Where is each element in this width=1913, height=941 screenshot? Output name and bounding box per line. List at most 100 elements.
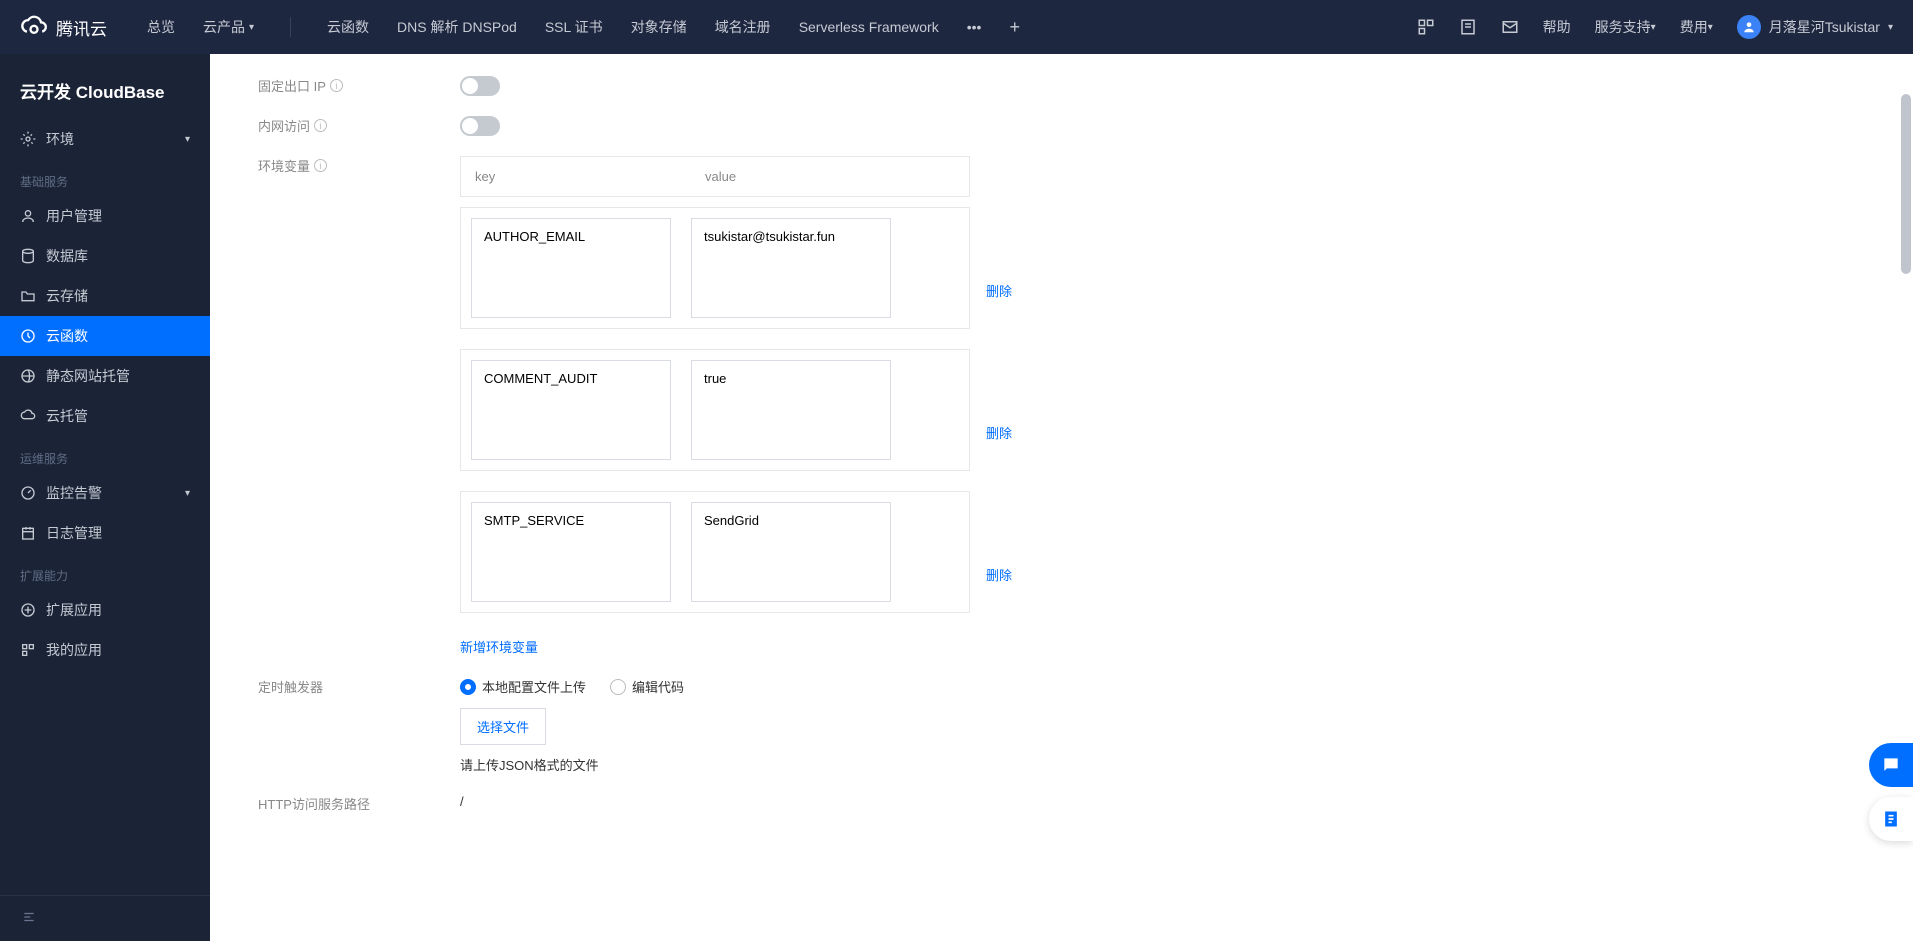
radio-label: 编辑代码 xyxy=(632,677,684,696)
scrollbar-thumb[interactable] xyxy=(1901,94,1911,274)
help-link[interactable]: 帮助 xyxy=(1543,17,1571,37)
chevron-down-icon: ▾ xyxy=(1708,22,1713,33)
sidebar-label: 数据库 xyxy=(46,246,88,266)
database-icon xyxy=(20,248,36,264)
doc-button[interactable] xyxy=(1869,797,1913,841)
nav-item-0[interactable]: 云函数 xyxy=(327,17,369,37)
radio-upload[interactable]: 本地配置文件上传 xyxy=(460,677,586,696)
sidebar-item-env[interactable]: 环境 ▾ xyxy=(0,119,210,159)
avatar xyxy=(1737,15,1761,39)
cloud-icon xyxy=(20,408,36,424)
env-key-input[interactable]: COMMENT_AUDIT xyxy=(471,360,671,460)
sidebar-label: 环境 xyxy=(46,129,74,149)
sidebar-item-users[interactable]: 用户管理 xyxy=(0,196,210,236)
sidebar-item-hosting[interactable]: 静态网站托管 xyxy=(0,356,210,396)
sidebar-label: 用户管理 xyxy=(46,206,102,226)
function-icon xyxy=(20,328,36,344)
add-env-var-link[interactable]: 新增环境变量 xyxy=(460,640,538,655)
nav-item-1[interactable]: DNS 解析 DNSPod xyxy=(397,17,517,37)
user-name: 月落星河Tsukistar xyxy=(1769,17,1880,37)
sidebar-item-database[interactable]: 数据库 xyxy=(0,236,210,276)
radio-label: 本地配置文件上传 xyxy=(482,677,586,696)
label-http-path: HTTP访问服务路径 xyxy=(210,794,460,813)
toggle-fixed-ip[interactable] xyxy=(460,76,500,96)
main-content: 固定出口 IPi 内网访问i 环境变量i keyvalue AUTHOR_EMA… xyxy=(210,54,1913,941)
select-file-button[interactable]: 选择文件 xyxy=(460,708,546,745)
collapse-icon xyxy=(20,910,38,924)
env-value-input[interactable]: true xyxy=(691,360,891,460)
label-intranet: 内网访问i xyxy=(210,116,460,135)
env-row: AUTHOR_EMAIL tsukistar@tsukistar.fun xyxy=(460,207,970,329)
nav-item-4[interactable]: 域名注册 xyxy=(715,17,771,37)
info-icon[interactable]: i xyxy=(314,159,327,172)
brand-logo[interactable]: 腾讯云 xyxy=(20,13,107,41)
section-ext: 扩展能力 xyxy=(0,553,210,590)
user-menu[interactable]: 月落星河Tsukistar ▾ xyxy=(1737,15,1893,39)
mail-icon[interactable] xyxy=(1501,18,1519,36)
user-icon xyxy=(20,208,36,224)
chevron-down-icon: ▾ xyxy=(185,488,190,499)
env-value-input[interactable]: tsukistar@tsukistar.fun xyxy=(691,218,891,318)
chevron-down-icon: ▾ xyxy=(1888,22,1893,33)
delete-env-var[interactable]: 删除 xyxy=(986,379,1012,442)
sidebar-item-monitor[interactable]: 监控告警 ▾ xyxy=(0,473,210,513)
sidebar-title: 云开发 CloudBase xyxy=(0,54,210,119)
divider xyxy=(290,17,291,37)
chat-button[interactable] xyxy=(1869,743,1913,787)
nav-item-2[interactable]: SSL 证书 xyxy=(545,17,603,37)
billing-link[interactable]: 费用▾ xyxy=(1680,17,1713,37)
env-key-input[interactable]: SMTP_SERVICE xyxy=(471,502,671,602)
nav-overview[interactable]: 总览 xyxy=(147,17,175,37)
env-row: COMMENT_AUDIT true xyxy=(460,349,970,471)
sidebar-item-my-apps[interactable]: 我的应用 xyxy=(0,630,210,670)
info-icon[interactable]: i xyxy=(314,119,327,132)
chevron-down-icon: ▾ xyxy=(1651,22,1656,33)
label-env-vars: 环境变量i xyxy=(210,156,460,175)
support-link[interactable]: 服务支持▾ xyxy=(1595,17,1656,37)
label-fixed-ip: 固定出口 IPi xyxy=(210,76,460,95)
doc-icon xyxy=(1881,809,1901,829)
env-key-input[interactable]: AUTHOR_EMAIL xyxy=(471,218,671,318)
sidebar-label: 云托管 xyxy=(46,406,88,426)
info-icon[interactable]: i xyxy=(330,79,343,92)
calendar-icon xyxy=(20,525,36,541)
topbar: 腾讯云 总览 云产品▾ 云函数 DNS 解析 DNSPod SSL 证书 对象存… xyxy=(0,0,1913,54)
chevron-down-icon: ▾ xyxy=(185,134,190,145)
toggle-intranet[interactable] xyxy=(460,116,500,136)
globe-icon xyxy=(20,368,36,384)
chat-icon xyxy=(1881,755,1901,775)
sidebar-item-logs[interactable]: 日志管理 xyxy=(0,513,210,553)
sidebar-item-functions[interactable]: 云函数 xyxy=(0,316,210,356)
nav-more-icon[interactable]: ••• xyxy=(967,19,982,35)
toolbox-icon[interactable] xyxy=(1417,18,1435,36)
sidebar-collapse[interactable] xyxy=(0,895,210,941)
sidebar-label: 日志管理 xyxy=(46,523,102,543)
env-row: SMTP_SERVICE SendGrid xyxy=(460,491,970,613)
env-vars-header: keyvalue xyxy=(460,156,970,197)
brand-text: 腾讯云 xyxy=(56,15,107,40)
sidebar-label: 我的应用 xyxy=(46,640,102,660)
http-path-value: / xyxy=(460,794,1913,809)
delete-env-var[interactable]: 删除 xyxy=(986,521,1012,584)
sidebar-label: 静态网站托管 xyxy=(46,366,130,386)
sidebar: 云开发 CloudBase 环境 ▾ 基础服务 用户管理 数据库 云存储 云函数… xyxy=(0,54,210,941)
cloud-icon xyxy=(20,13,48,41)
sidebar-item-storage[interactable]: 云存储 xyxy=(0,276,210,316)
env-value-input[interactable]: SendGrid xyxy=(691,502,891,602)
nav-add-icon[interactable]: + xyxy=(1009,17,1020,38)
sidebar-label: 监控告警 xyxy=(46,483,102,503)
nav-products[interactable]: 云产品▾ xyxy=(203,17,254,37)
gear-icon xyxy=(20,131,36,147)
notes-icon[interactable] xyxy=(1459,18,1477,36)
delete-env-var[interactable]: 删除 xyxy=(986,237,1012,300)
sidebar-item-ext-apps[interactable]: 扩展应用 xyxy=(0,590,210,630)
label-trigger: 定时触发器 xyxy=(210,677,460,696)
section-basic: 基础服务 xyxy=(0,159,210,196)
nav-item-5[interactable]: Serverless Framework xyxy=(799,19,939,35)
puzzle-icon xyxy=(20,602,36,618)
sidebar-label: 云存储 xyxy=(46,286,88,306)
folder-icon xyxy=(20,288,36,304)
radio-edit[interactable]: 编辑代码 xyxy=(610,677,684,696)
nav-item-3[interactable]: 对象存储 xyxy=(631,17,687,37)
sidebar-item-cloudrun[interactable]: 云托管 xyxy=(0,396,210,436)
